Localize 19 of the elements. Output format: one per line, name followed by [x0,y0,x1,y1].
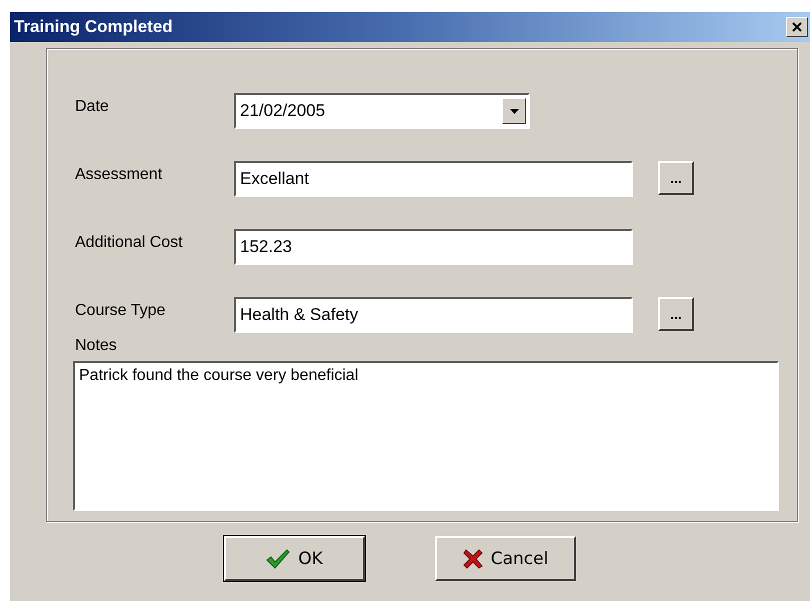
browse-button[interactable]: ... [658,161,694,195]
input-field[interactable]: Health & Safety [234,297,633,333]
close-button[interactable] [786,17,808,37]
input-field[interactable]: 152.23 [234,229,633,265]
notes-field[interactable]: Patrick found the course very beneficial [73,361,779,511]
check-icon [266,548,290,568]
field-label: Additional Cost [75,233,184,252]
field-label: Date [75,97,110,116]
close-icon [791,21,803,33]
cross-icon [462,548,483,568]
field-label: Course Type [75,301,166,320]
input-field[interactable]: Excellant [234,161,633,197]
window-title: Training Completed [14,17,173,37]
date-dropdown[interactable]: 21/02/2005 [234,93,530,129]
browse-button[interactable]: ... [658,297,694,331]
field-label: Notes [75,336,117,355]
cancel-button[interactable]: Cancel [435,536,576,581]
ok-button[interactable]: OK [224,536,365,581]
field-label: Assessment [75,165,164,184]
